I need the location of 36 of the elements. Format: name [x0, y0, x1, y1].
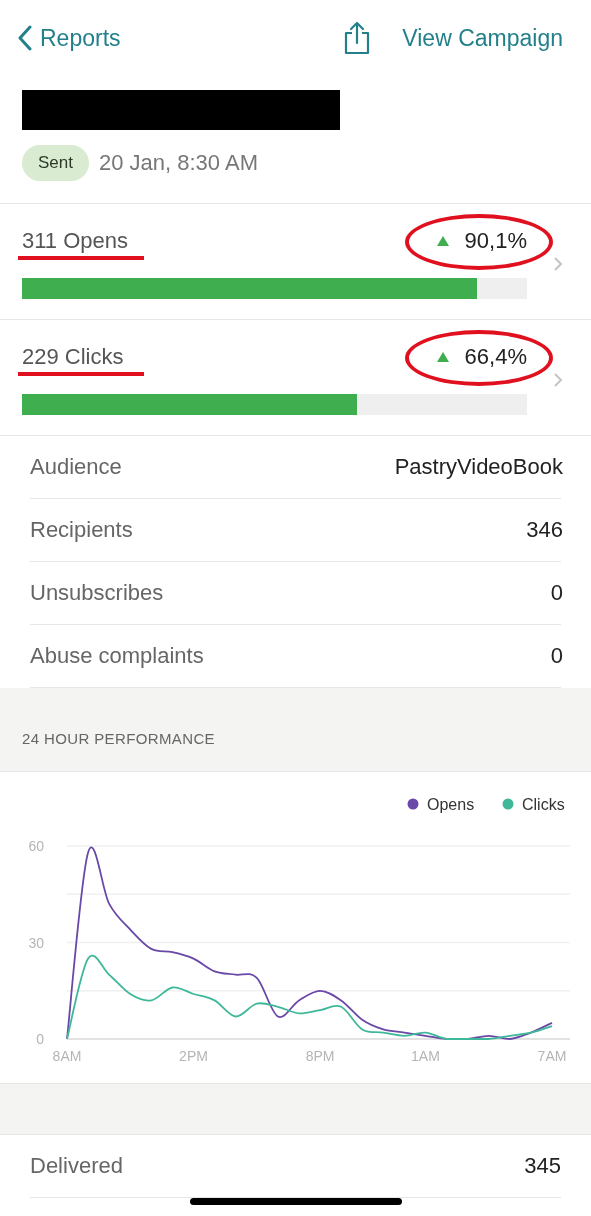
back-button[interactable]: Reports — [18, 20, 121, 56]
detail-label: Delivered — [30, 1152, 123, 1180]
detail-label: Abuse complaints — [30, 642, 204, 670]
metric-label: 311 Opens — [22, 227, 128, 255]
legend-label: Clicks — [522, 795, 565, 813]
up-triangle-icon — [436, 351, 449, 362]
metric-row[interactable]: 229 Clicks 66,4% — [0, 319, 591, 436]
y-tick-label: 0 — [36, 1030, 44, 1047]
detail-value: 345 — [524, 1152, 561, 1180]
sent-date: 20 Jan, 8:30 AM — [99, 149, 258, 178]
metric-change: 90,1% — [464, 227, 527, 255]
detail-label: Unsubscribes — [30, 579, 164, 607]
x-tick-label: 1AM — [411, 1047, 440, 1064]
chevron-right-icon — [553, 255, 563, 272]
up-triangle-icon — [436, 235, 449, 246]
chevron-right-icon — [553, 371, 563, 388]
detail-value: 0 — [550, 579, 563, 607]
detail-value: 346 — [526, 516, 563, 544]
y-tick-label: 30 — [28, 934, 44, 950]
x-tick-label: 7AM — [537, 1047, 567, 1064]
metric-change: 66,4% — [464, 343, 527, 371]
y-tick-label: 60 — [28, 837, 44, 854]
section-heading: 24 HOUR PERFORMANCE — [22, 729, 215, 749]
x-tick-label: 8AM — [52, 1047, 82, 1064]
x-tick-label: 2PM — [179, 1047, 208, 1064]
x-tick-label: 8PM — [305, 1047, 335, 1064]
metric-row[interactable]: 311 Opens 90,1% — [0, 203, 591, 320]
detail-label: Audience — [30, 453, 122, 481]
legend-label: Opens — [427, 795, 475, 813]
metric-label: 229 Clicks — [22, 343, 124, 371]
status-badge: Sent — [22, 145, 89, 181]
detail-value: PastryVideoBook — [394, 453, 563, 481]
view-campaign-link[interactable]: View Campaign — [402, 20, 563, 56]
back-chevron-icon — [18, 25, 32, 51]
detail-label: Recipients — [30, 516, 133, 544]
detail-value: 0 — [550, 642, 563, 670]
